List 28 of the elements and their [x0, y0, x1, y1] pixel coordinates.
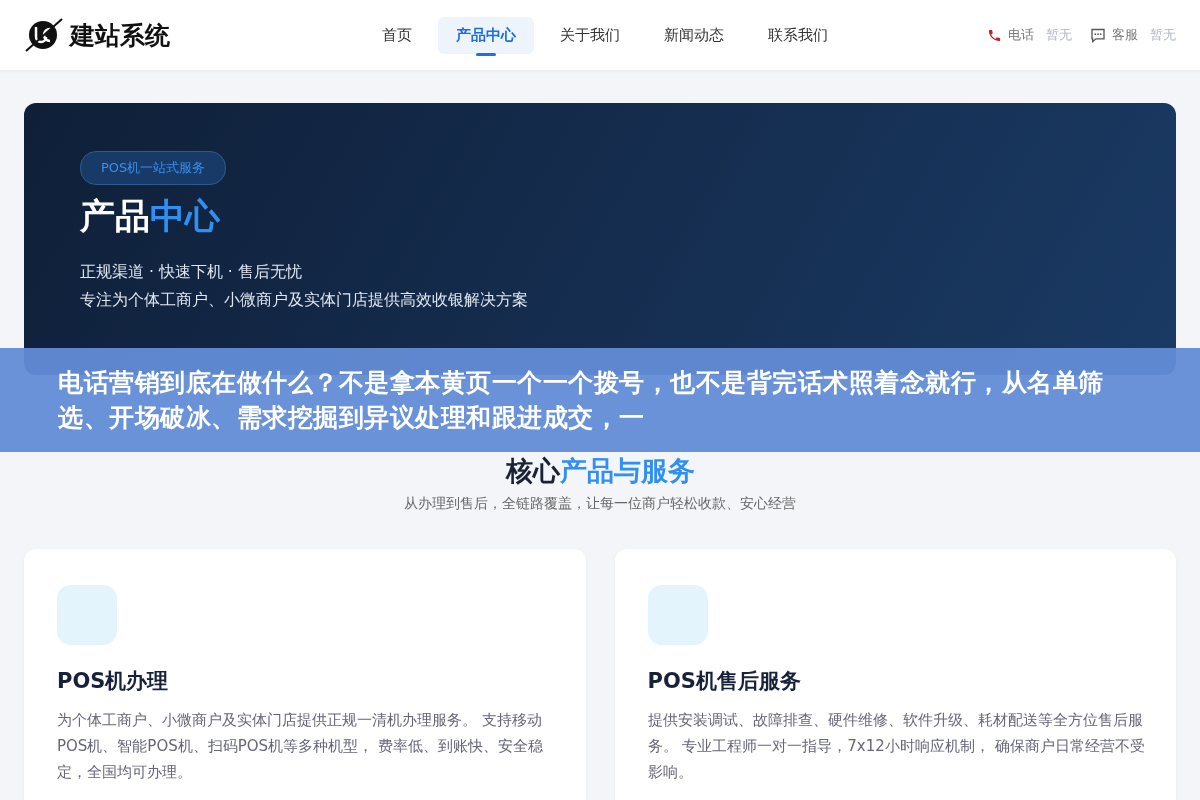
contact-value: 暂无 — [1046, 26, 1072, 44]
notice-text: 电话营销到底在做什么？不是拿本黄页一个一个拨号，也不是背完话术照着念就行，从名单筛选、开场破冰、需求挖掘到异议处理和跟进成交，一 — [58, 367, 1105, 434]
logo-icon — [24, 17, 64, 53]
nav-link[interactable]: 联系我们 — [750, 16, 846, 54]
card-title: POS机办理 — [57, 668, 170, 695]
card-description: 提供安装调试、故障排查、硬件维修、软件升级、耗材配送等全方位售后服务。 专业工程师一对一指导，7x12小时响应机制， 确保商户日常经营不受影响。 — [647, 710, 1146, 783]
card-title: POS机售后服务 — [647, 668, 802, 695]
hero-badge: POS机一站式服务 — [80, 151, 227, 185]
section-subtitle: 从办理到售后，全链路覆盖，让每一位商户轻松收款、安心经营 — [404, 495, 796, 513]
phone-icon — [987, 27, 1002, 43]
card-icon-tile — [57, 585, 117, 645]
logo-text: 建站系统 — [70, 19, 170, 52]
hero-title: 产品 — [80, 195, 150, 238]
hero-tagline: 正规渠道 · 快速下机 · 售后无忧 — [80, 262, 303, 282]
card-icon-tile — [647, 585, 708, 645]
hero-title-accent: 中心 — [150, 195, 220, 238]
contact-value: 暂无 — [1150, 26, 1176, 44]
section-title: 核心 — [505, 454, 560, 488]
section-title-accent: 产品与服务 — [559, 454, 695, 488]
contact-label: 客服 — [1112, 26, 1138, 44]
nav-link[interactable]: 首页 — [364, 16, 430, 54]
nav-link[interactable]: 新闻动态 — [646, 16, 742, 54]
chat-icon — [1090, 27, 1106, 43]
hero-description: 专注为个体工商户、小微商户及实体门店提供高效收银解决方案 — [80, 290, 529, 310]
contact-label: 电话 — [1008, 26, 1034, 44]
nav-link[interactable]: 关于我们 — [542, 16, 638, 54]
nav-link[interactable]: 产品中心 — [438, 16, 534, 54]
card-description: 为个体工商户、小微商户及实体门店提供正规一清机办理服务。 支持移动POS机、智能POS机、扫码POS机等多种机型， 费率低、到账快、安全稳定，全国均可办理。 — [57, 710, 544, 783]
